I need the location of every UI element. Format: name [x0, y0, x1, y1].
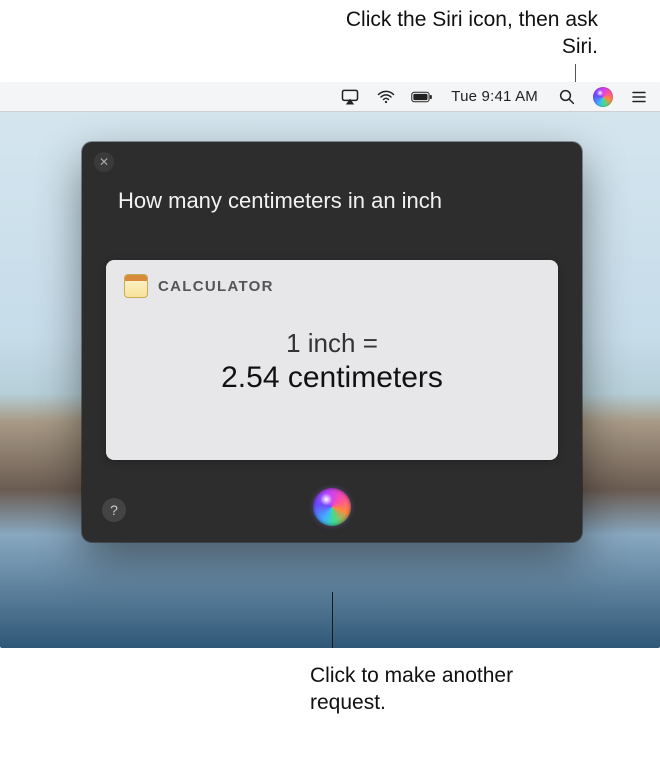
siri-request-button[interactable] — [311, 486, 353, 528]
siri-window: ✕ How many centimeters in an inch CALCUL… — [82, 142, 582, 542]
menu-bar-clock[interactable]: Tue 9:41 AM — [447, 88, 542, 105]
result-line-1: 1 inch = — [106, 328, 558, 359]
desktop-region: Tue 9:41 AM ✕ How many centimeters in an… — [0, 82, 660, 648]
calculator-app-icon — [124, 274, 148, 298]
siri-orb-icon — [593, 87, 613, 107]
help-icon: ? — [110, 502, 118, 518]
airplay-icon[interactable] — [339, 86, 361, 108]
close-button[interactable]: ✕ — [94, 152, 114, 172]
menu-bar: Tue 9:41 AM — [0, 82, 660, 112]
notification-center-icon[interactable] — [628, 86, 650, 108]
result-source-label: CALCULATOR — [158, 278, 274, 295]
result-header: CALCULATOR — [106, 260, 558, 308]
callout-bottom: Click to make another request. — [310, 662, 570, 717]
callout-top: Click the Siri icon, then ask Siri. — [338, 6, 598, 61]
wifi-icon[interactable] — [375, 86, 397, 108]
leader-line-bottom — [332, 592, 333, 648]
siri-query-text: How many centimeters in an inch — [118, 188, 546, 214]
close-icon: ✕ — [99, 156, 109, 168]
result-body: 1 inch = 2.54 centimeters — [106, 328, 558, 395]
siri-menu-bar-icon[interactable] — [592, 86, 614, 108]
battery-icon[interactable] — [411, 86, 433, 108]
help-button[interactable]: ? — [102, 498, 126, 522]
result-line-2: 2.54 centimeters — [106, 361, 558, 395]
siri-result-card[interactable]: CALCULATOR 1 inch = 2.54 centimeters — [106, 260, 558, 460]
siri-orb-large-icon — [313, 488, 351, 526]
spotlight-search-icon[interactable] — [556, 86, 578, 108]
